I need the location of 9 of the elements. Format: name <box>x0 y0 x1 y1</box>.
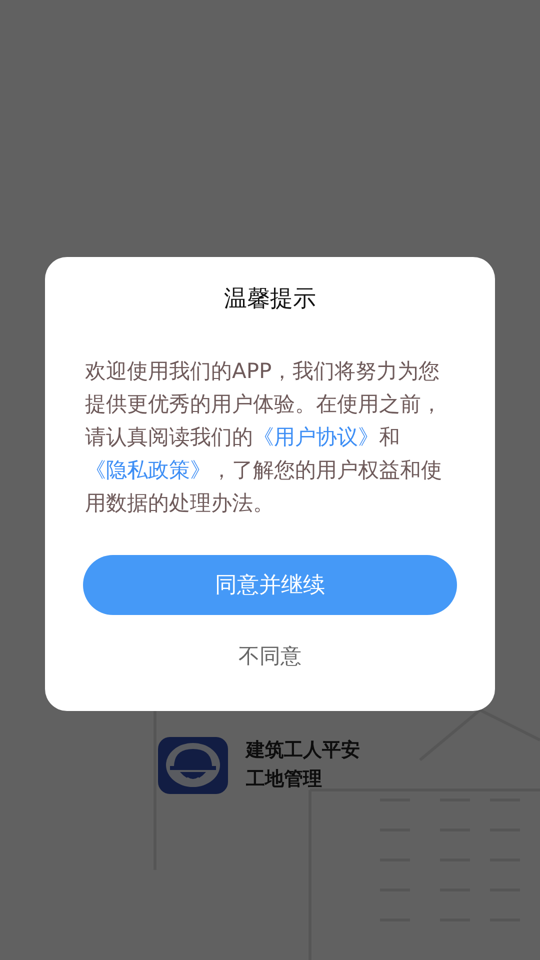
agree-button[interactable]: 同意并继续 <box>83 555 457 615</box>
dialog-message: 欢迎使用我们的APP，我们将努力为您提供更优秀的用户体验。在使用之前，请认真阅读我们的《用户协议》和 《隐私政策》，了解您的用户权益和使用数据的处理办法。 <box>85 358 443 517</box>
disagree-button[interactable]: 不同意 <box>222 627 318 687</box>
helmet-icon <box>158 736 228 794</box>
app-name: 建筑工人平安 <box>246 738 360 763</box>
policy-link[interactable]: 《用户协议》 <box>253 425 379 449</box>
dialog-title: 温馨提示 <box>224 285 316 314</box>
app-name: 工地管理 <box>246 767 323 792</box>
policy-link[interactable]: 《隐私政策》 <box>85 458 211 482</box>
